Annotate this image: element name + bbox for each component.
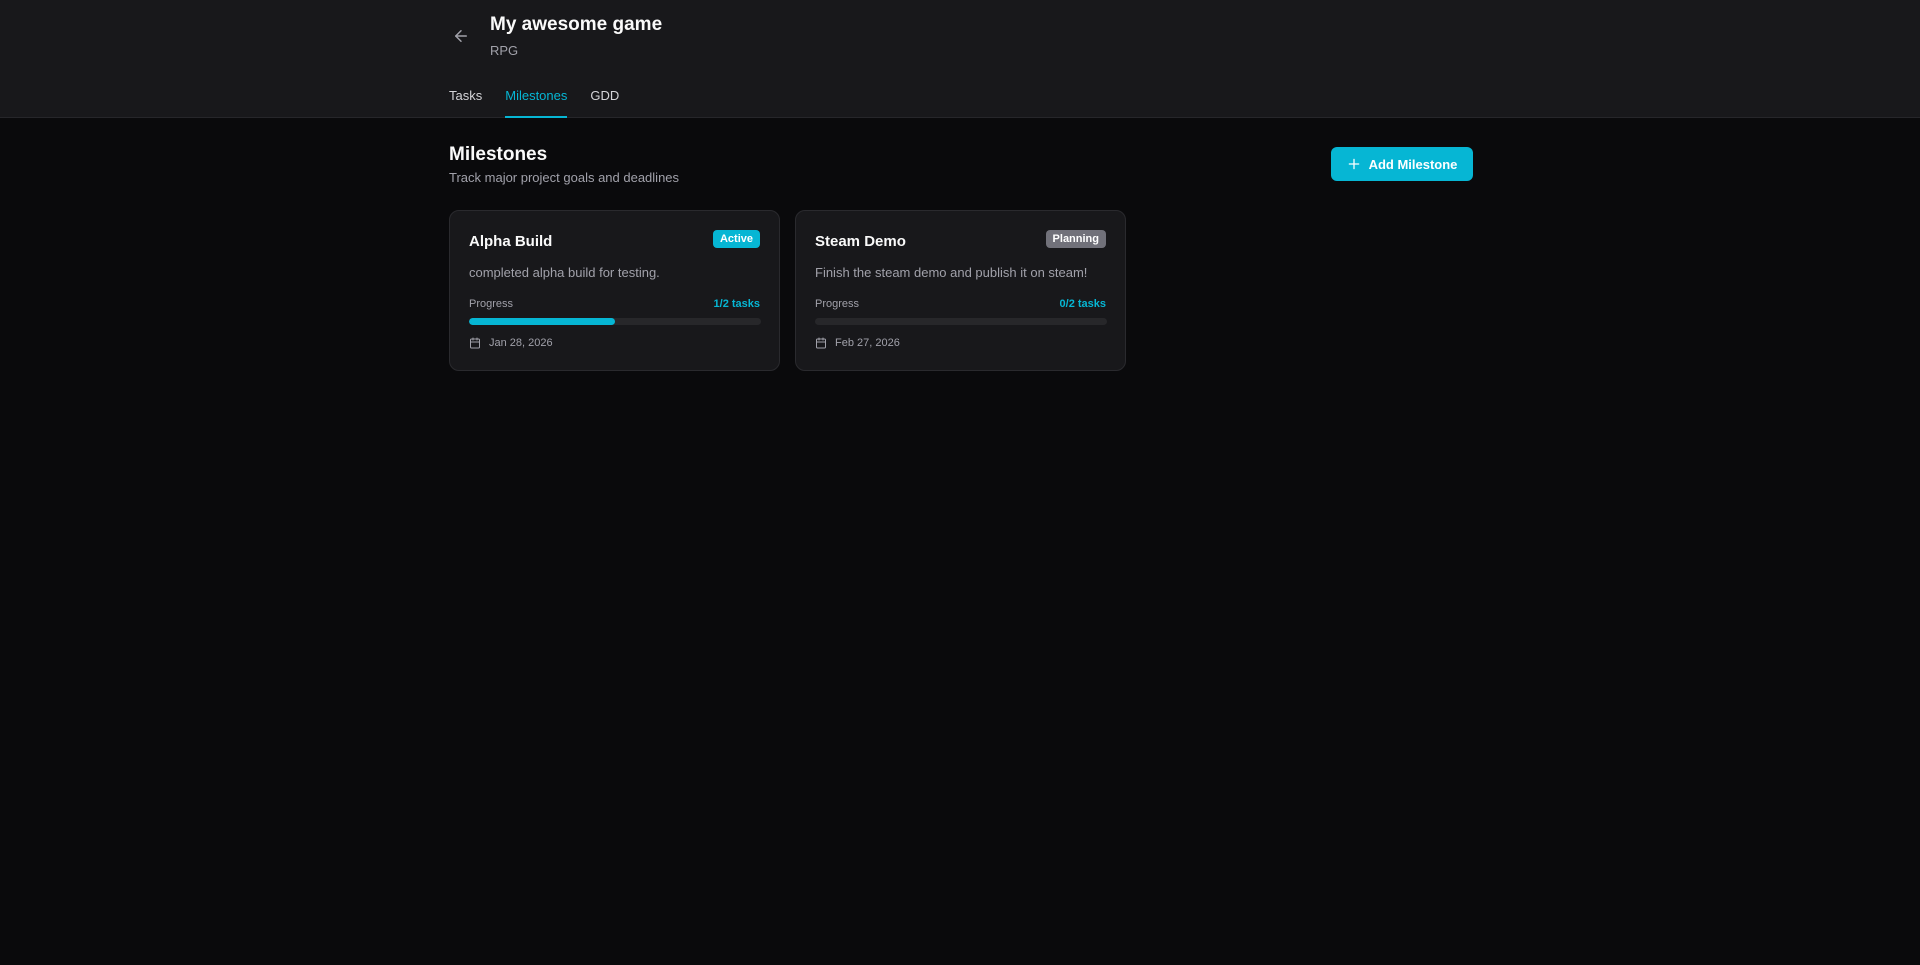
progress-count: 1/2 tasks [713, 298, 760, 310]
milestone-date: Jan 28, 2026 [469, 337, 553, 349]
progress-fill [469, 318, 615, 325]
progress-label: Progress [815, 298, 860, 310]
milestone-title: Steam Demo [815, 233, 906, 250]
section-title: Milestones [449, 144, 548, 165]
top-bar: My awesome game RPG Tasks Milestones GDD [0, 0, 1920, 118]
back-button[interactable] [449, 24, 473, 48]
project-title: My awesome game [490, 14, 663, 35]
milestone-title: Alpha Build [469, 233, 553, 250]
plus-icon [1348, 158, 1359, 170]
milestone-card[interactable]: Steam Demo Planning Finish the steam dem… [795, 210, 1126, 371]
milestone-date-text: Jan 28, 2026 [489, 337, 553, 349]
status-badge: Active [712, 230, 760, 248]
milestone-date-text: Feb 27, 2026 [835, 337, 900, 349]
progress-count: 0/2 tasks [1059, 298, 1106, 310]
arrow-left-icon [455, 30, 467, 42]
milestone-date: Feb 27, 2026 [815, 337, 900, 349]
progress-bar [469, 318, 761, 325]
tab-milestones[interactable]: Milestones [505, 88, 568, 118]
milestone-list: Alpha Build Active completed alpha build… [449, 210, 1126, 371]
milestone-description: completed alpha build for testing. [469, 265, 660, 280]
tab-gdd[interactable]: GDD [590, 88, 619, 118]
add-milestone-button[interactable]: Add Milestone [1331, 147, 1473, 181]
progress-bar [815, 318, 1107, 325]
status-badge: Planning [1045, 230, 1106, 248]
tab-bar: Tasks Milestones GDD [449, 88, 619, 118]
milestone-card[interactable]: Alpha Build Active completed alpha build… [449, 210, 780, 371]
progress-label: Progress [469, 298, 514, 310]
top-bar-inner: My awesome game RPG Tasks Milestones GDD [449, 0, 1473, 118]
project-genre: RPG [490, 43, 519, 58]
calendar-icon [816, 337, 826, 349]
calendar-icon [470, 337, 480, 349]
section-subtitle: Track major project goals and deadlines [449, 170, 680, 185]
milestone-description: Finish the steam demo and publish it on … [815, 265, 1088, 280]
tab-tasks[interactable]: Tasks [449, 88, 482, 118]
add-milestone-label: Add Milestone [1368, 156, 1458, 172]
